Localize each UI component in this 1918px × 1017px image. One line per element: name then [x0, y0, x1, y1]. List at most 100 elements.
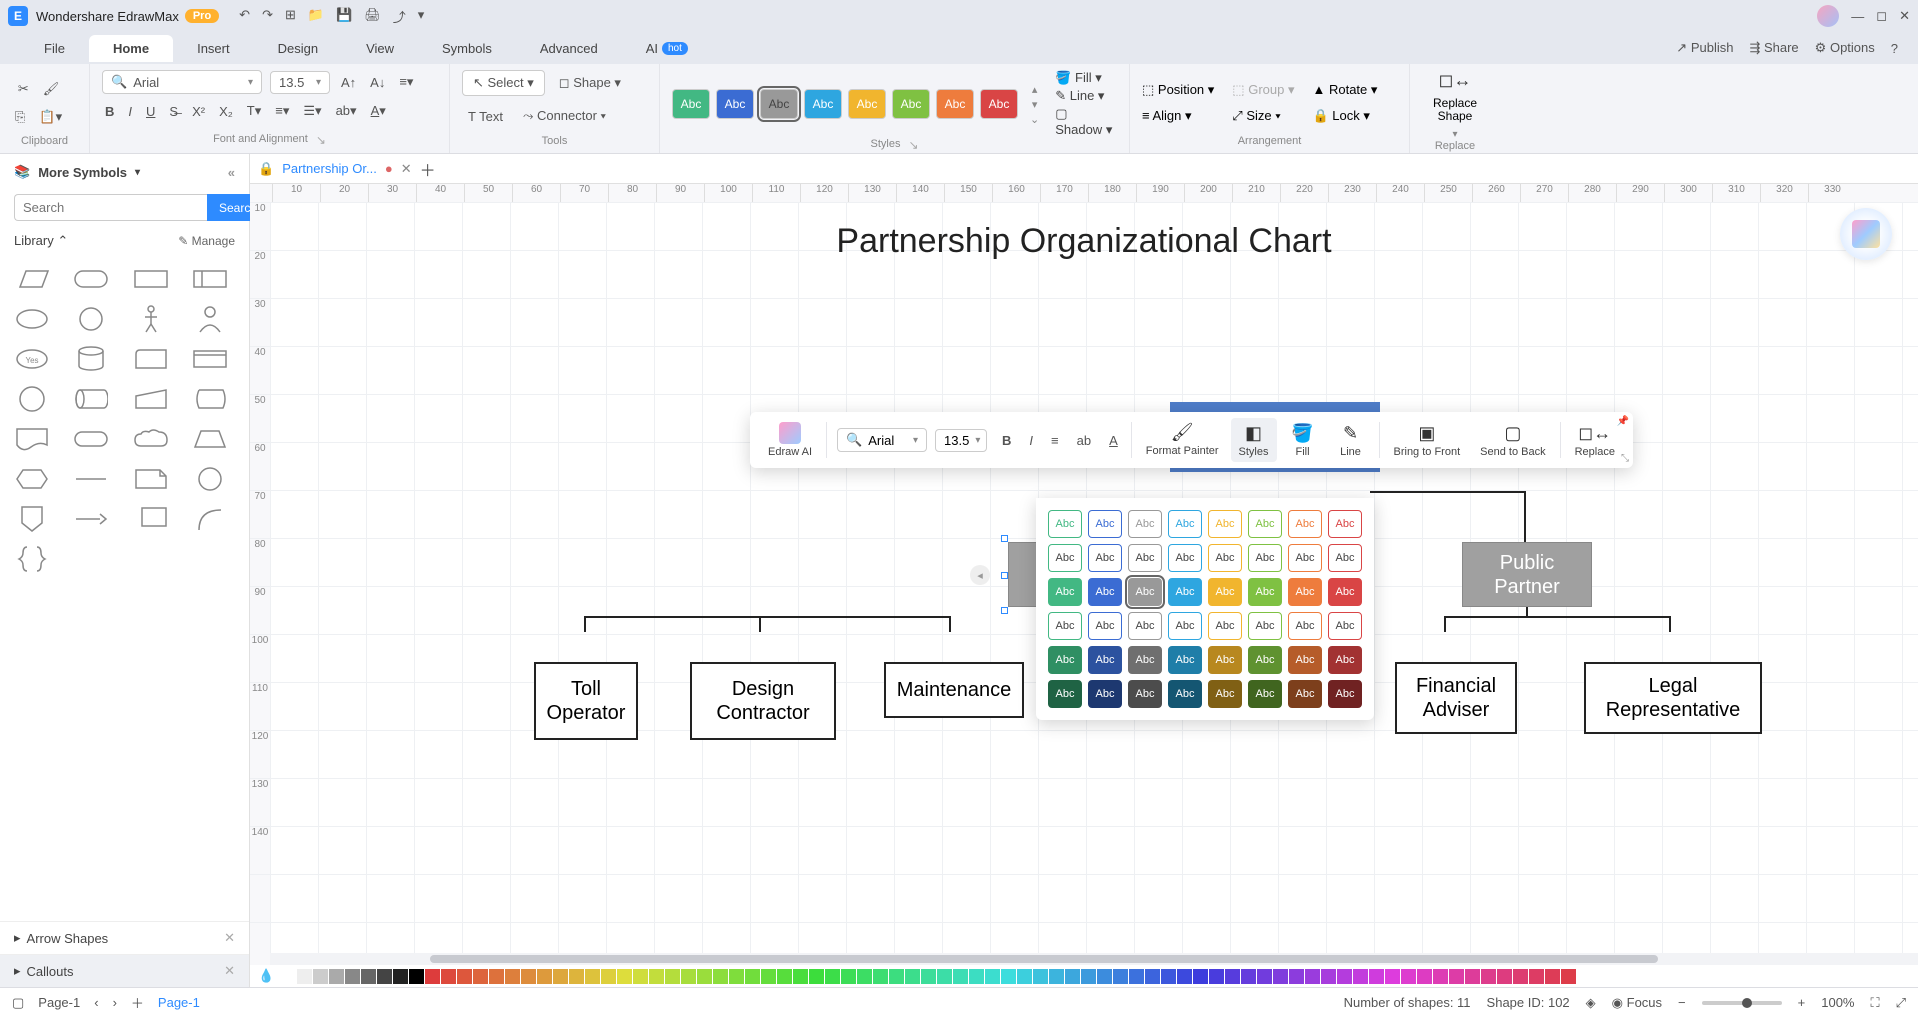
palette-color[interactable]	[553, 969, 568, 984]
palette-color[interactable]	[569, 969, 584, 984]
palette-color[interactable]	[1145, 969, 1160, 984]
superscript-icon[interactable]: X²	[189, 101, 208, 122]
palette-color[interactable]	[537, 969, 552, 984]
close-arrow-shapes-icon[interactable]: ✕	[224, 930, 235, 946]
font-size-combo[interactable]: 13.5	[270, 71, 330, 94]
font-color-icon[interactable]: A▾	[368, 100, 389, 122]
ft-bring-front[interactable]: ▣Bring to Front	[1386, 418, 1469, 462]
palette-color[interactable]	[489, 969, 504, 984]
palette-color[interactable]	[1177, 969, 1192, 984]
ft-resize-icon[interactable]: ⤡	[1621, 453, 1629, 464]
tab-insert[interactable]: Insert	[173, 35, 254, 62]
shadow-dropdown[interactable]: ▢ Shadow ▾	[1055, 106, 1117, 138]
palette-color[interactable]	[505, 969, 520, 984]
bold-icon[interactable]: B	[102, 101, 117, 122]
ft-fontcolor-icon[interactable]: A	[1106, 430, 1121, 451]
palette-color[interactable]	[1113, 969, 1128, 984]
shape-person-stick[interactable]	[129, 303, 173, 335]
select-tool[interactable]: ↖ Select ▾	[462, 70, 545, 96]
shape-annotation[interactable]	[129, 503, 173, 535]
more-icon[interactable]: ▾	[418, 7, 425, 26]
text-color-icon[interactable]: T▾	[244, 100, 264, 122]
palette-color[interactable]	[1561, 969, 1576, 984]
shape-card[interactable]	[129, 343, 173, 375]
style-option[interactable]: Abc	[1048, 544, 1082, 572]
palette-color[interactable]	[281, 969, 296, 984]
zoom-out-icon[interactable]: −	[1678, 995, 1686, 1010]
palette-color[interactable]	[1481, 969, 1496, 984]
palette-color[interactable]	[1513, 969, 1528, 984]
palette-color[interactable]	[1305, 969, 1320, 984]
fullscreen-icon[interactable]: ⤢	[1896, 995, 1906, 1011]
style-option[interactable]: Abc	[1128, 612, 1162, 640]
ft-send-back[interactable]: ▢Send to Back	[1472, 418, 1553, 462]
ft-pin-icon[interactable]: 📌	[1616, 416, 1628, 427]
palette-color[interactable]	[1545, 969, 1560, 984]
styles-dialog-icon[interactable]: ↘	[908, 138, 918, 152]
palette-color[interactable]	[1017, 969, 1032, 984]
palette-color[interactable]	[329, 969, 344, 984]
palette-color[interactable]	[1001, 969, 1016, 984]
undo-icon[interactable]: ↶	[239, 7, 250, 26]
page-tab-1[interactable]: Page-1	[158, 995, 200, 1010]
more-symbols-label[interactable]: More Symbols	[38, 165, 127, 180]
style-option[interactable]: Abc	[1248, 680, 1282, 708]
palette-color[interactable]	[729, 969, 744, 984]
style-option[interactable]: Abc	[1128, 578, 1162, 606]
page-prev-icon[interactable]: ‹	[94, 995, 98, 1010]
doc-lock-icon[interactable]: 🔒	[258, 161, 274, 177]
org-box-public-partner[interactable]: Public Partner	[1462, 542, 1592, 607]
ft-bold-icon[interactable]: B	[999, 430, 1014, 451]
style-option[interactable]: Abc	[1288, 578, 1322, 606]
style-option[interactable]: Abc	[1328, 578, 1362, 606]
zoom-in-icon[interactable]: +	[1798, 995, 1806, 1010]
style-option[interactable]: Abc	[1328, 612, 1362, 640]
palette-color[interactable]	[393, 969, 408, 984]
palette-color[interactable]	[1497, 969, 1512, 984]
palette-color[interactable]	[1465, 969, 1480, 984]
user-avatar[interactable]	[1817, 5, 1839, 27]
style-option[interactable]: Abc	[1168, 680, 1202, 708]
shape-rect[interactable]	[129, 263, 173, 295]
help-icon[interactable]: ?	[1891, 41, 1898, 56]
shape-person-bust[interactable]	[188, 303, 232, 335]
ft-font-combo[interactable]: 🔍 Arial	[837, 428, 927, 452]
page-next-icon[interactable]: ›	[113, 995, 117, 1010]
chart-title[interactable]: Partnership Organizational Chart	[836, 222, 1331, 261]
color-picker-icon[interactable]: 💧	[258, 968, 274, 984]
style-option[interactable]: Abc	[1128, 510, 1162, 538]
palette-color[interactable]	[441, 969, 456, 984]
ft-styles[interactable]: ◧Styles	[1231, 418, 1277, 462]
palette-color[interactable]	[457, 969, 472, 984]
palette-color[interactable]	[1193, 969, 1208, 984]
style-option[interactable]: Abc	[1288, 544, 1322, 572]
italic-icon[interactable]: I	[125, 101, 135, 122]
cut-icon[interactable]: ✂	[15, 78, 32, 100]
shape-rect-divided[interactable]	[188, 263, 232, 295]
tab-file[interactable]: File	[20, 35, 89, 62]
palette-color[interactable]	[921, 969, 936, 984]
format-painter-icon[interactable]: 🖌	[40, 78, 63, 100]
font-family-combo[interactable]: 🔍 Arial	[102, 70, 262, 94]
style-option[interactable]: Abc	[1248, 510, 1282, 538]
zoom-slider[interactable]	[1702, 1001, 1782, 1005]
style-option[interactable]: Abc	[1128, 680, 1162, 708]
palette-color[interactable]	[665, 969, 680, 984]
style-option[interactable]: Abc	[1208, 680, 1242, 708]
subscript-icon[interactable]: X₂	[216, 101, 236, 122]
style-option[interactable]: Abc	[1248, 578, 1282, 606]
shape-arc[interactable]	[188, 503, 232, 535]
palette-color[interactable]	[649, 969, 664, 984]
library-dropdown[interactable]: Library ⌃	[14, 233, 68, 249]
line-spacing-icon[interactable]: ≡▾	[272, 100, 292, 122]
shape-offpage[interactable]	[10, 503, 54, 535]
line-dropdown[interactable]: ✎ Line ▾	[1055, 88, 1104, 104]
style-option[interactable]: Abc	[1088, 510, 1122, 538]
size-dropdown[interactable]: ⤢ Size ▾	[1232, 108, 1280, 124]
palette-color[interactable]	[1033, 969, 1048, 984]
shape-manual-input[interactable]	[129, 383, 173, 415]
style-swatch-gray[interactable]: Abc	[760, 89, 798, 119]
palette-color[interactable]	[969, 969, 984, 984]
palette-color[interactable]	[1369, 969, 1384, 984]
palette-color[interactable]	[1257, 969, 1272, 984]
